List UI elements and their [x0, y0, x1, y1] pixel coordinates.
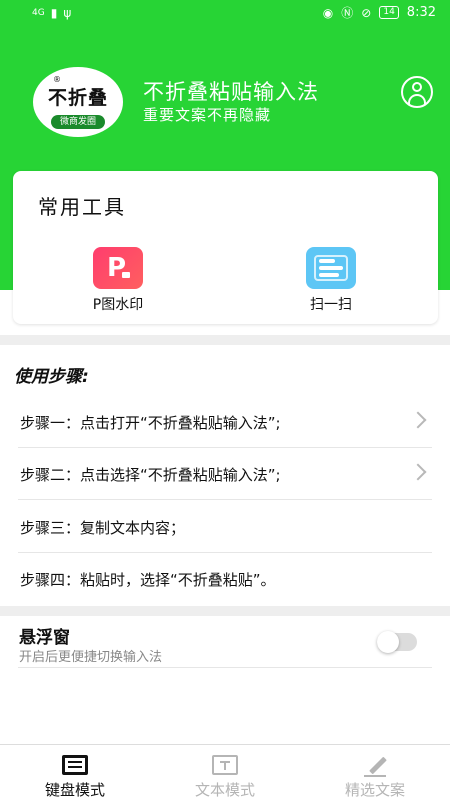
p-glyph: P: [107, 253, 127, 283]
step-4: 步骤四：粘贴时，选择“不折叠粘贴”。: [18, 555, 432, 605]
step-3: 步骤三：复制文本内容；: [18, 503, 432, 553]
tab-label: 键盘模式: [44, 781, 105, 799]
user-profile-button[interactable]: [401, 76, 433, 108]
app-subtitle: 重要文案不再隐藏: [143, 106, 272, 124]
pen-icon: [362, 755, 388, 777]
step-2[interactable]: 步骤二：点击选择“不折叠粘贴输入法”;: [18, 450, 432, 500]
status-bar-left: 4G ▮ ψ: [32, 6, 71, 20]
app-logo: ® 不折叠 微商发圈: [33, 67, 123, 137]
steps-heading: 使用步骤:: [14, 367, 89, 387]
network-indicator: 4G: [32, 8, 45, 18]
keyboard-key-row-1: [68, 761, 82, 763]
logo-text: 不折叠: [47, 87, 108, 109]
tools-title: 常用工具: [38, 195, 126, 219]
tab-text-mode[interactable]: 文本模式: [150, 745, 300, 800]
text-icon-stem: [224, 761, 226, 770]
user-icon-body: [408, 94, 426, 104]
tool-label-scan: 扫一扫: [310, 297, 352, 313]
floating-window-title: 悬浮窗: [19, 628, 70, 648]
pen-body: [369, 756, 387, 775]
chevron-right-icon: [409, 463, 427, 481]
usb-icon: ψ: [63, 6, 72, 20]
clock: 8:32: [406, 5, 436, 20]
step-4-text: 步骤四：粘贴时，选择“不折叠粘贴”。: [20, 571, 276, 589]
scan-line-3: [319, 273, 339, 277]
nfc-icon: Ⓝ: [341, 5, 354, 20]
tool-p-watermark[interactable]: P P图水印: [68, 247, 168, 314]
signal-icon: ▮: [50, 6, 58, 20]
step-2-text: 步骤二：点击选择“不折叠粘贴输入法”;: [20, 466, 281, 484]
divider-line: [18, 667, 432, 668]
section-divider: [0, 335, 450, 345]
text-icon: [212, 755, 238, 775]
section-divider: [0, 606, 450, 616]
tools-card: 常用工具 P P图水印 扫一扫: [13, 171, 438, 324]
p-badge: [122, 272, 130, 278]
scan-icon: [306, 247, 356, 289]
tab-label: 文本模式: [194, 781, 255, 799]
step-1[interactable]: 步骤一：点击打开“不折叠粘贴输入法”;: [18, 398, 432, 448]
step-1-text: 步骤一：点击打开“不折叠粘贴输入法”;: [20, 414, 281, 432]
tab-featured-copy[interactable]: 精选文案: [300, 745, 450, 800]
step-3-text: 步骤三：复制文本内容；: [20, 519, 186, 537]
p-watermark-icon: P: [93, 247, 143, 289]
tab-label: 精选文案: [344, 781, 405, 799]
mute-icon: ⊘: [361, 5, 372, 20]
app-title: 不折叠粘贴输入法: [143, 80, 319, 104]
tool-label-p-watermark: P图水印: [92, 297, 144, 313]
floating-window-toggle[interactable]: [377, 631, 417, 653]
status-bar-right: ◉ Ⓝ ⊘ 14 8:32: [323, 5, 436, 20]
battery-indicator: 14: [379, 6, 399, 19]
scan-line-1: [319, 259, 335, 263]
tool-scan[interactable]: 扫一扫: [281, 247, 381, 314]
tab-keyboard-mode[interactable]: 键盘模式: [0, 745, 150, 800]
floating-window-description: 开启后更便捷切换输入法: [19, 650, 163, 665]
bottom-nav: 键盘模式 文本模式 精选文案: [0, 744, 450, 800]
status-bar: 4G ▮ ψ ◉ Ⓝ ⊘ 14 8:32: [0, 0, 450, 28]
pen-line: [364, 775, 386, 777]
toggle-knob: [377, 631, 399, 653]
eye-icon: ◉: [322, 5, 334, 20]
user-icon: [412, 82, 422, 92]
chevron-right-icon: [409, 411, 427, 429]
keyboard-key-row-2: [68, 766, 82, 768]
keyboard-icon: [62, 755, 88, 775]
logo-subtext: 微商发圈: [51, 115, 105, 129]
scan-line-2: [319, 266, 343, 270]
